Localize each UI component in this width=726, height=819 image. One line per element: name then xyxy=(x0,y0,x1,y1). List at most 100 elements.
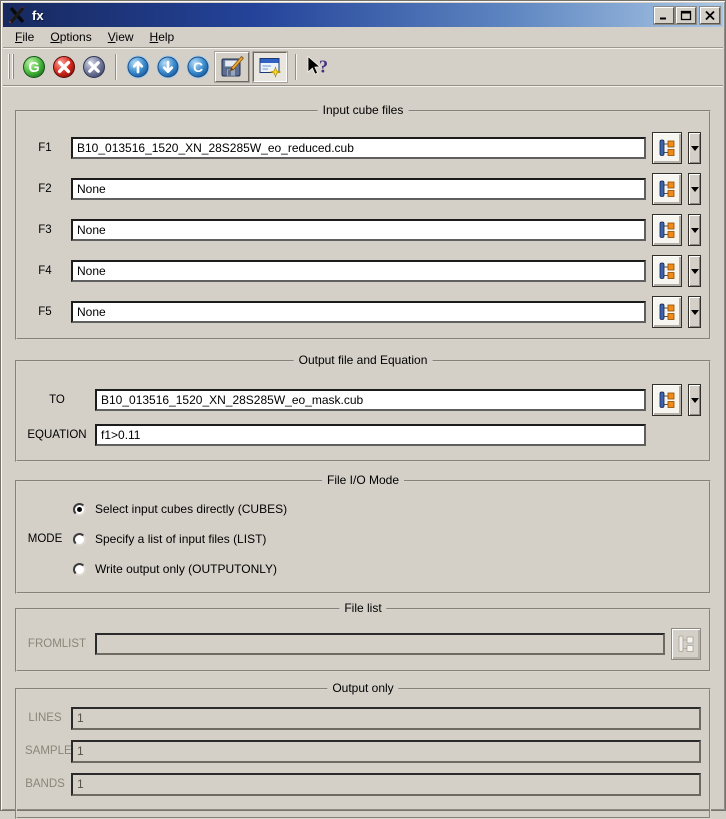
radio-outputonly[interactable]: Write output only (OUTPUTONLY) xyxy=(73,562,701,576)
group-title: Output file and Equation xyxy=(294,353,433,367)
go-button[interactable]: G xyxy=(20,53,48,81)
radio-button-icon[interactable] xyxy=(73,563,86,576)
reload-button[interactable]: C xyxy=(184,53,212,81)
toolbar: G xyxy=(3,48,723,86)
to-browse-button[interactable] xyxy=(652,384,682,416)
save-icon xyxy=(220,55,244,79)
toolbar-separator xyxy=(295,54,297,80)
f5-input[interactable] xyxy=(71,301,646,323)
maximize-icon xyxy=(680,10,692,21)
f3-label: F3 xyxy=(25,224,65,236)
svg-text:C: C xyxy=(193,59,203,75)
chevron-down-icon xyxy=(691,310,699,315)
close-icon xyxy=(704,10,716,21)
f1-browse-button[interactable] xyxy=(652,132,682,164)
radio-button-icon[interactable] xyxy=(73,533,86,546)
stop-button[interactable] xyxy=(50,53,78,81)
menu-bar: File Options View Help xyxy=(3,27,723,48)
menu-options[interactable]: Options xyxy=(42,28,99,46)
fromlist-browse-button xyxy=(671,628,701,660)
close-circle-button[interactable] xyxy=(80,53,108,81)
chevron-down-icon xyxy=(691,146,699,151)
bands-input xyxy=(71,773,701,796)
mode-grid: MODE Select input cubes directly (CUBES)… xyxy=(25,498,701,580)
file-row-f3: F3 xyxy=(25,214,701,246)
chevron-down-icon xyxy=(691,187,699,192)
equation-row: EQUATION xyxy=(25,422,701,448)
equation-label: EQUATION xyxy=(25,429,89,441)
menu-help[interactable]: Help xyxy=(142,28,183,46)
chevron-down-icon xyxy=(691,398,699,403)
f3-input[interactable] xyxy=(71,219,646,241)
f4-browse-button[interactable] xyxy=(652,255,682,287)
to-label: TO xyxy=(25,394,89,406)
f3-dropdown-button[interactable] xyxy=(688,214,701,246)
file-row-f4: F4 xyxy=(25,255,701,287)
title-bar: fx xyxy=(3,3,723,27)
maximize-button[interactable] xyxy=(676,7,696,24)
x11-logo-icon xyxy=(8,6,26,24)
f1-dropdown-button[interactable] xyxy=(688,132,701,164)
svg-text:?: ? xyxy=(319,56,328,76)
file-browse-icon-disabled xyxy=(676,634,696,654)
radio-outputonly-label: Write output only (OUTPUTONLY) xyxy=(95,562,277,576)
f2-input[interactable] xyxy=(71,178,646,200)
minimize-icon xyxy=(658,10,670,21)
new-window-button[interactable] xyxy=(253,52,287,82)
f4-dropdown-button[interactable] xyxy=(688,255,701,287)
file-browse-icon xyxy=(657,179,677,199)
lines-label: LINES xyxy=(25,712,65,724)
to-dropdown-button[interactable] xyxy=(688,384,701,416)
minimize-button[interactable] xyxy=(654,7,674,24)
new-window-icon xyxy=(258,55,282,79)
file-row-f2: F2 xyxy=(25,173,701,205)
file-browse-icon xyxy=(657,220,677,240)
f4-label: F4 xyxy=(25,265,65,277)
redo-icon: C xyxy=(186,55,210,79)
group-title: File I/O Mode xyxy=(322,473,404,487)
to-row: TO xyxy=(25,384,701,416)
f5-dropdown-button[interactable] xyxy=(688,296,701,328)
chevron-down-icon xyxy=(691,228,699,233)
undo-up-button[interactable] xyxy=(124,53,152,81)
f1-label: F1 xyxy=(25,142,65,154)
f3-browse-button[interactable] xyxy=(652,214,682,246)
radio-list[interactable]: Specify a list of input files (LIST) xyxy=(73,532,701,546)
file-browse-icon xyxy=(657,390,677,410)
bands-row: BANDS xyxy=(25,772,701,796)
group-title: Output only xyxy=(327,681,398,695)
radio-cubes[interactable]: Select input cubes directly (CUBES) xyxy=(73,502,701,516)
group-file-io-mode: File I/O Mode MODE Select input cubes di… xyxy=(15,480,711,594)
equation-input[interactable] xyxy=(95,424,646,446)
menu-file[interactable]: File xyxy=(7,28,42,46)
whats-this-icon: ? xyxy=(305,55,331,79)
file-browse-icon xyxy=(657,261,677,281)
close-button[interactable] xyxy=(700,7,720,24)
lines-row: LINES xyxy=(25,706,701,730)
window-title: fx xyxy=(32,8,652,23)
file-row-f5: F5 xyxy=(25,296,701,328)
f4-input[interactable] xyxy=(71,260,646,282)
mode-label: MODE xyxy=(25,533,65,545)
group-file-list: File list FROMLIST xyxy=(15,608,711,672)
f2-browse-button[interactable] xyxy=(652,173,682,205)
samples-row: SAMPLES xyxy=(25,739,701,763)
fromlist-label: FROMLIST xyxy=(25,638,89,650)
go-icon: G xyxy=(22,55,46,79)
f1-input[interactable] xyxy=(71,137,646,159)
redo-down-button[interactable] xyxy=(154,53,182,81)
menu-view[interactable]: View xyxy=(100,28,142,46)
radio-list-label: Specify a list of input files (LIST) xyxy=(95,532,266,546)
f2-dropdown-button[interactable] xyxy=(688,173,701,205)
radio-cubes-label: Select input cubes directly (CUBES) xyxy=(95,502,287,516)
samples-label: SAMPLES xyxy=(25,745,65,757)
whats-this-button[interactable]: ? xyxy=(304,53,332,81)
radio-button-icon[interactable] xyxy=(73,503,86,516)
toolbar-drag-handle[interactable] xyxy=(8,54,14,79)
fromlist-row: FROMLIST xyxy=(25,628,701,660)
to-input[interactable] xyxy=(95,389,646,411)
f5-browse-button[interactable] xyxy=(652,296,682,328)
group-title: Input cube files xyxy=(318,103,409,117)
svg-text:G: G xyxy=(28,60,39,76)
save-button[interactable] xyxy=(215,52,249,82)
